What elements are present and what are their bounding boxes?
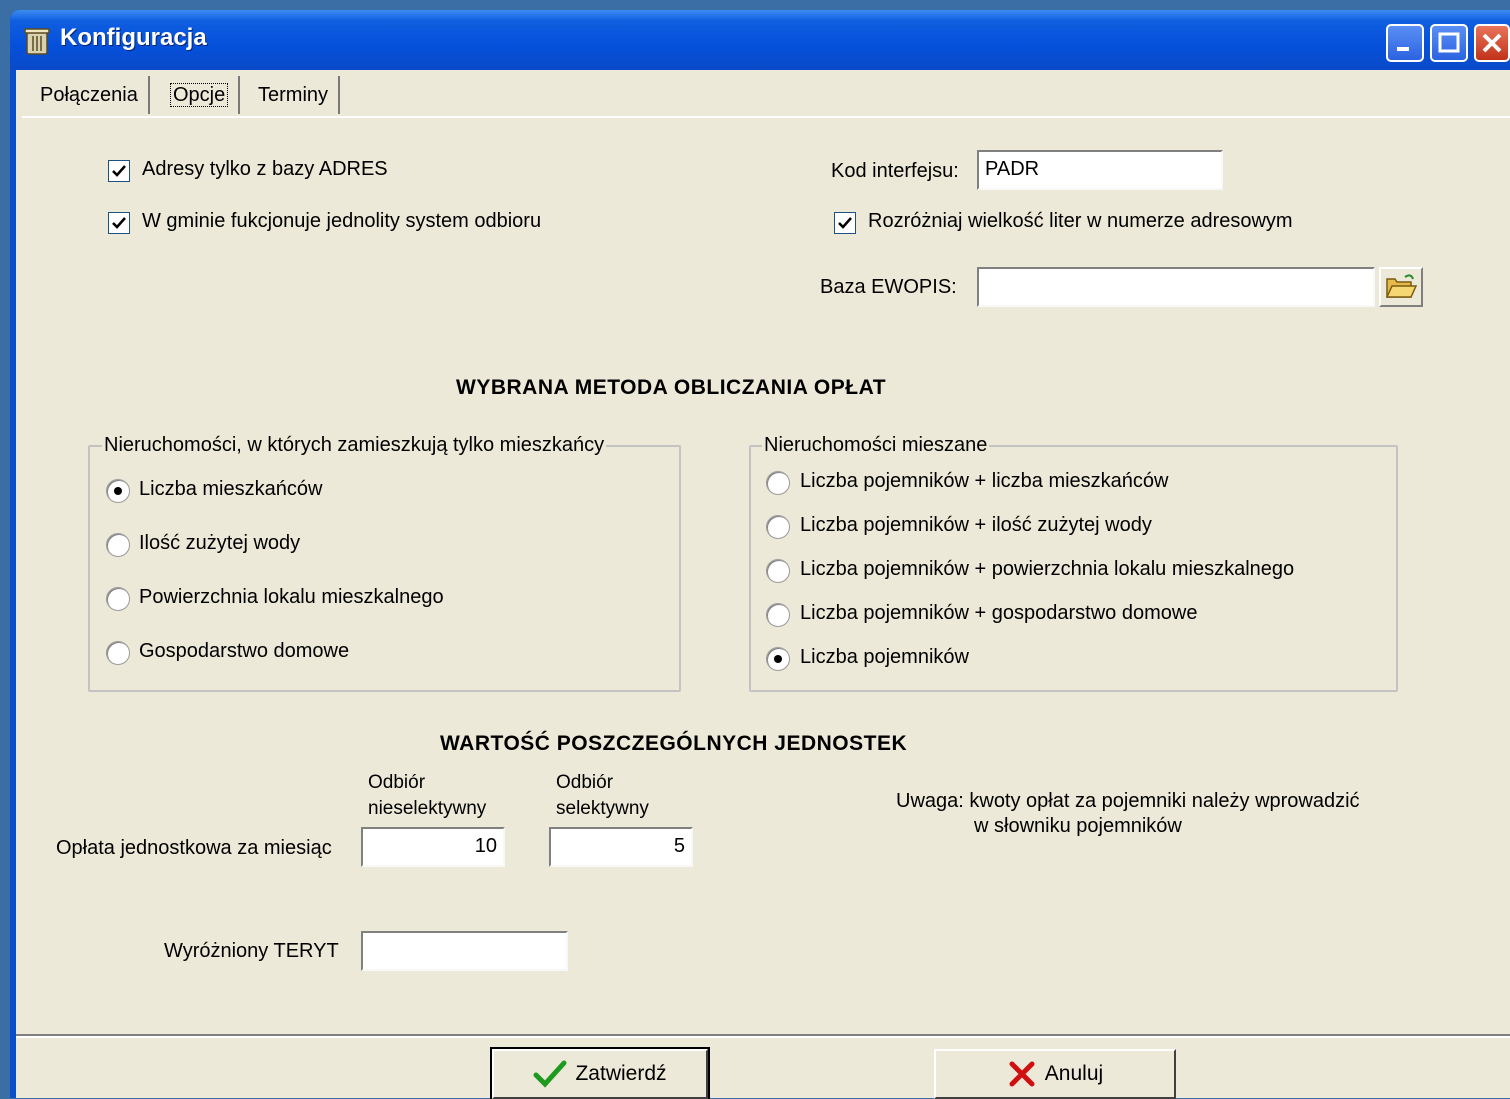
cancel-button-label: Anuluj <box>1044 1062 1104 1085</box>
confirm-button[interactable]: Zatwierdź <box>490 1047 710 1099</box>
confirm-button-label: Zatwierdź <box>575 1062 667 1085</box>
tab-polaczenia[interactable]: Połączenia <box>30 76 150 114</box>
browse-button[interactable] <box>1379 267 1423 307</box>
maximize-icon <box>1438 32 1460 53</box>
dialog-window: Konfiguracja Połączenia Opcje Terminy Ad… <box>10 10 1510 1099</box>
trash-bin-icon <box>24 28 50 55</box>
checkmark-icon <box>533 1060 567 1088</box>
radio-label: Liczba mieszkańców <box>139 478 323 500</box>
rozrozniaj-checkbox[interactable] <box>834 212 856 234</box>
mixed-groupbox-title: Nieruchomości mieszane <box>762 434 990 457</box>
radio-ilosc-wody[interactable] <box>106 533 130 557</box>
kod-interfejsu-label: Kod interfejsu: <box>831 160 959 182</box>
unit-fee-label: Opłata jednostkowa za miesiąc <box>56 837 332 859</box>
radio-label: Gospodarstwo domowe <box>139 640 350 662</box>
cancel-button[interactable]: Anuluj <box>934 1049 1176 1099</box>
method-heading: WYBRANA METODA OBLICZANIA OPŁAT <box>456 376 887 399</box>
radio-pojemniki-mieszkancy[interactable] <box>766 471 790 495</box>
radio-label: Liczba pojemników + liczba mieszkańców <box>800 470 1169 492</box>
minimize-button[interactable] <box>1386 24 1424 62</box>
rozrozniaj-checkbox-label: Rozróżniaj wielkość liter w numerze adre… <box>868 210 1293 232</box>
gmina-checkbox-label: W gminie fukcjonuje jednolity system odb… <box>142 210 542 232</box>
radio-label: Liczba pojemników + gospodarstwo domowe <box>800 602 1198 624</box>
radio-pojemniki-gospodarstwo[interactable] <box>766 603 790 627</box>
kod-interfejsu-input[interactable]: PADR <box>977 150 1223 190</box>
checkmark-icon <box>838 217 852 229</box>
nonselective-column-label-line2: nieselektywny <box>368 798 487 819</box>
close-icon <box>1482 33 1502 53</box>
adresy-checkbox-label: Adresy tylko z bazy ADRES <box>142 158 388 180</box>
radio-label: Ilość zużytej wody <box>139 532 301 554</box>
note-line2: w słowniku pojemników <box>974 815 1182 837</box>
checkmark-icon <box>112 217 126 229</box>
teryt-input[interactable] <box>361 931 568 971</box>
x-mark-icon <box>1009 1061 1035 1087</box>
maximize-button[interactable] <box>1430 24 1468 62</box>
note-line1: Uwaga: kwoty opłat za pojemniki należy w… <box>896 790 1360 812</box>
teryt-label: Wyróżniony TERYT <box>164 940 339 962</box>
open-folder-icon <box>1385 274 1418 298</box>
dialog-client-area: Połączenia Opcje Terminy Adresy tylko z … <box>16 70 1510 1099</box>
checkmark-icon <box>112 165 126 177</box>
radio-pojemniki-woda[interactable] <box>766 515 790 539</box>
baza-ewopis-input[interactable] <box>977 267 1375 307</box>
footer-divider-highlight <box>16 1036 1510 1038</box>
radio-gospodarstwo[interactable] <box>106 641 130 665</box>
nonselective-column-label-line1: Odbiór <box>368 772 426 793</box>
radio-liczba-pojemnikow[interactable] <box>766 647 790 671</box>
radio-label: Liczba pojemników + powierzchnia lokalu … <box>800 558 1295 580</box>
radio-powierzchnia[interactable] <box>106 587 130 611</box>
title-bar[interactable]: Konfiguracja <box>10 10 1510 70</box>
units-heading: WARTOŚĆ POSZCZEGÓLNYCH JEDNOSTEK <box>440 732 908 755</box>
selective-column-label-line1: Odbiór <box>556 772 614 793</box>
gmina-checkbox[interactable] <box>108 212 130 234</box>
selective-column-label-line2: selektywny <box>556 798 649 819</box>
minimize-icon <box>1397 47 1409 51</box>
radio-pojemniki-powierzchnia[interactable] <box>766 559 790 583</box>
residents-groupbox-title: Nieruchomości, w których zamieszkują tyl… <box>102 434 607 457</box>
nonselective-fee-input[interactable]: 10 <box>361 827 505 867</box>
tab-terminy[interactable]: Terminy <box>248 76 341 114</box>
radio-label: Liczba pojemników <box>800 646 969 668</box>
radio-label: Powierzchnia lokalu mieszkalnego <box>139 586 444 608</box>
radio-label: Liczba pojemników + ilość zużytej wody <box>800 514 1152 536</box>
radio-liczba-mieszkancow[interactable] <box>106 479 130 503</box>
adresy-checkbox[interactable] <box>108 160 130 182</box>
tab-divider <box>22 116 1510 118</box>
selective-fee-input[interactable]: 5 <box>549 827 693 867</box>
window-title: Konfiguracja <box>60 24 207 51</box>
close-button[interactable] <box>1474 24 1510 62</box>
tab-opcje[interactable]: Opcje <box>160 76 241 114</box>
baza-ewopis-label: Baza EWOPIS: <box>820 276 957 298</box>
